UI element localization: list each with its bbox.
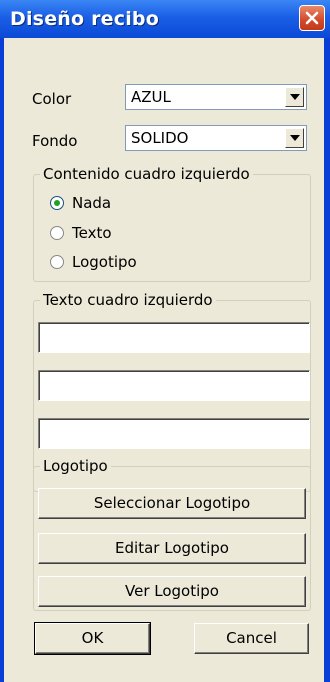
radio-indicator <box>50 255 64 269</box>
color-dropdown-button[interactable] <box>285 87 304 107</box>
contenido-group: Contenido cuadro izquierdo Nada Texto Lo… <box>33 165 311 282</box>
window-title: Diseño recibo <box>10 8 159 30</box>
radio-label: Nada <box>72 194 112 212</box>
fondo-select[interactable]: SOLIDO <box>125 125 307 151</box>
radio-label: Texto <box>72 224 112 242</box>
texto-line-1-input[interactable] <box>38 322 310 353</box>
texto-line-2-input[interactable] <box>38 370 310 401</box>
color-value: AZUL <box>131 88 171 106</box>
texto-line-3-input[interactable] <box>38 418 310 449</box>
title-bar[interactable]: Diseño recibo <box>0 0 330 38</box>
fondo-label: Fondo <box>32 132 78 150</box>
texto-caption: Texto cuadro izquierdo <box>40 291 216 309</box>
dialog-body: Color AZUL Fondo SOLIDO Contenido cuadro… <box>4 38 324 682</box>
color-select[interactable]: AZUL <box>125 84 307 110</box>
color-label: Color <box>32 90 72 108</box>
close-button[interactable] <box>299 5 325 31</box>
ok-button[interactable]: OK <box>34 622 151 655</box>
cancel-button[interactable]: Cancel <box>194 623 309 654</box>
fondo-value: SOLIDO <box>131 129 189 147</box>
radio-label: Logotipo <box>72 253 137 271</box>
edit-logo-button[interactable]: Editar Logotipo <box>38 533 306 564</box>
select-logo-button[interactable]: Seleccionar Logotipo <box>38 488 306 519</box>
view-logo-button[interactable]: Ver Logotipo <box>38 576 306 607</box>
contenido-caption: Contenido cuadro izquierdo <box>40 165 253 183</box>
radio-indicator <box>50 226 64 240</box>
chevron-down-icon <box>290 94 300 100</box>
chevron-down-icon <box>290 135 300 141</box>
fondo-dropdown-button[interactable] <box>285 128 304 148</box>
radio-indicator <box>50 196 64 210</box>
logotipo-caption: Logotipo <box>40 457 111 475</box>
dialog-window: Diseño recibo Color AZUL Fondo SOLIDO Co… <box>0 0 330 682</box>
close-icon <box>305 11 319 25</box>
